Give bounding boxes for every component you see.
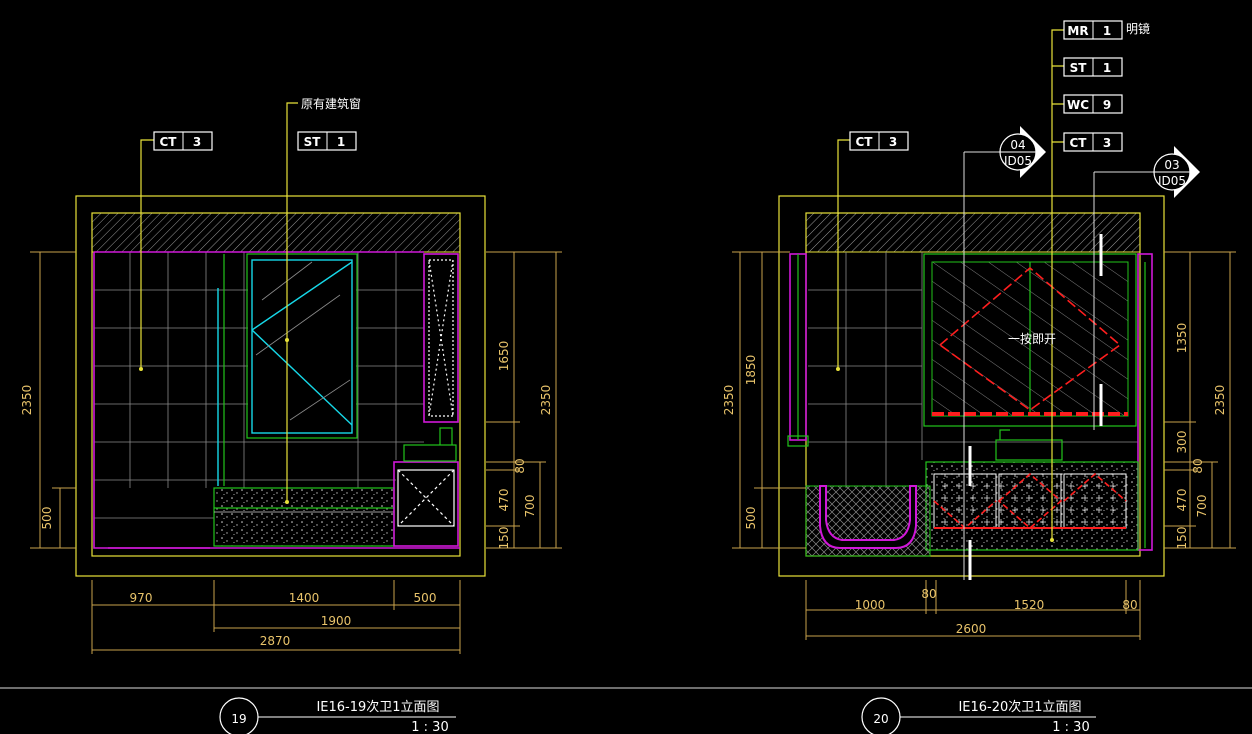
dim-text: 500	[414, 591, 437, 605]
view19-tag-ct: CT 3	[153, 131, 213, 151]
view19-tag-st: ST 1	[297, 131, 357, 151]
dim-text: 2870	[260, 634, 291, 648]
tag-number: 1	[337, 135, 345, 149]
section-ref: ID05	[1004, 154, 1032, 168]
view19-ceiling-hatch	[91, 212, 461, 253]
view20-left-dimensions	[732, 251, 806, 549]
dim-text: 2350	[20, 385, 34, 416]
view19-window-glass	[251, 259, 353, 434]
view20-tag-st: ST 1	[1063, 57, 1123, 77]
tag-code: MR	[1067, 24, 1088, 38]
dim-text: 150	[497, 527, 511, 550]
view20-tag-ct-left: CT 3	[849, 131, 909, 151]
section-ref: ID05	[1158, 174, 1186, 188]
view19-tile-grid	[94, 252, 424, 519]
tag-number: 1	[1103, 24, 1111, 38]
dim-text: 500	[744, 507, 758, 530]
section-number: 03	[1164, 158, 1179, 172]
view20-tag-wc: WC 9	[1063, 94, 1123, 114]
dim-text: 470	[1175, 489, 1189, 512]
tag-number: 1	[1103, 61, 1111, 75]
dim-text: 80	[513, 458, 527, 473]
dim-text: 1400	[289, 591, 320, 605]
view19-sink-cabinet	[393, 461, 459, 547]
tag-number: 9	[1103, 98, 1111, 112]
dim-text: 2350	[539, 385, 553, 416]
view20-note-mirror: 明镜	[1126, 21, 1150, 36]
tag-number: 3	[193, 135, 201, 149]
view19-note-window: 原有建筑窗	[301, 96, 361, 111]
elevation-view-19	[30, 102, 562, 654]
dim-text: 1000	[855, 598, 886, 612]
dim-text: 1350	[1175, 323, 1189, 354]
dim-text: 2350	[1213, 385, 1227, 416]
dim-text: 1900	[321, 614, 352, 628]
section-number: 04	[1010, 138, 1025, 152]
dim-text: 1850	[744, 355, 758, 386]
view20-vanity-doors	[933, 472, 1127, 530]
view20-ceiling-hatch	[805, 212, 1141, 253]
view19-left-dimensions	[30, 251, 76, 549]
dim-text: 2600	[956, 622, 987, 636]
view20-title: IE16-20次卫1立面图	[958, 699, 1081, 715]
view19-basin	[403, 444, 457, 462]
view20-tag-ct-right: CT 3	[1063, 132, 1123, 152]
dim-text: 150	[1175, 527, 1189, 550]
view20-number: 20	[873, 712, 888, 726]
dim-text: 970	[130, 591, 153, 605]
dim-text: 1520	[1014, 598, 1045, 612]
dim-text: 80	[921, 587, 936, 601]
elevation-view-20	[732, 29, 1236, 640]
dim-text: 470	[497, 489, 511, 512]
dim-text: 500	[40, 507, 54, 530]
cad-drawing-canvas: CT 3 ST 1 原有建筑窗 970 1400 500 1900 2870 2…	[0, 20, 1252, 734]
dim-text: 700	[523, 495, 537, 518]
view19-stone-bench	[213, 487, 395, 547]
tag-code: ST	[1070, 61, 1088, 75]
tag-code: CT	[856, 135, 874, 149]
dim-text: 80	[1122, 598, 1137, 612]
tag-number: 3	[1103, 136, 1111, 150]
dim-text: 80	[1191, 458, 1205, 473]
view20-note-push-open: 一按即开	[1008, 332, 1056, 346]
dim-text: 700	[1195, 495, 1209, 518]
dim-text: 300	[1175, 431, 1189, 454]
view20-section-marker-03	[1153, 146, 1200, 198]
tag-code: CT	[160, 135, 178, 149]
view20-scale: 1 : 30	[1052, 720, 1089, 734]
tag-code: CT	[1070, 136, 1088, 150]
view20-tag-mr: MR 1	[1063, 20, 1123, 40]
view20-section-marker-04	[999, 126, 1046, 178]
tag-code: WC	[1067, 98, 1089, 112]
tag-code: ST	[304, 135, 322, 149]
tag-number: 3	[889, 135, 897, 149]
view19-window-frame	[246, 253, 358, 439]
dim-text: 2350	[722, 385, 736, 416]
view19-scale: 1 : 30	[411, 720, 448, 734]
dim-text: 1650	[497, 341, 511, 372]
view19-number: 19	[231, 712, 246, 726]
view19-title: IE16-19次卫1立面图	[316, 699, 439, 715]
view20-bathtub	[805, 485, 931, 557]
